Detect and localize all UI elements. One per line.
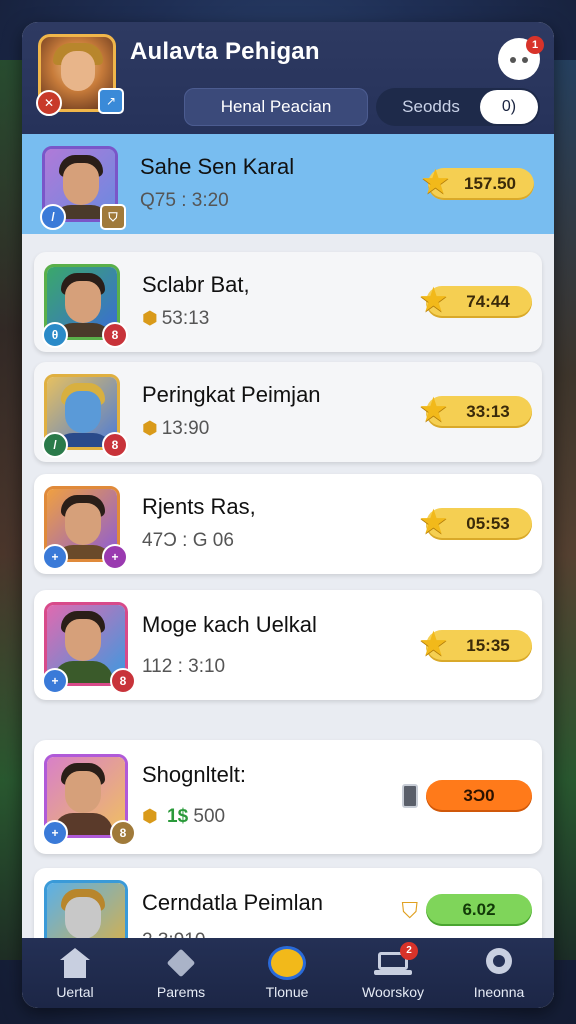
score-value: 74:44 <box>466 292 510 311</box>
avatar <box>44 880 128 938</box>
list-item[interactable]: / ⛉ Sahe Sen Karal Q75 : 3:20 ★ 157.50 <box>22 134 554 234</box>
class-badge-icon: + <box>42 820 68 846</box>
star-icon: ★ <box>420 506 447 539</box>
list-item[interactable]: + 8 Shognltelt: ⬢ 1$ 500 3Ɔ0 <box>34 740 542 854</box>
phone-icon <box>402 784 418 808</box>
player-stat-row: ⬢ 53:13 <box>142 308 209 330</box>
rank-badge-icon: 8 <box>102 322 128 348</box>
list-item[interactable]: + + Rjents Ras, 47Ɔ : G 06 ★ 05:53 <box>34 474 542 574</box>
list-item[interactable]: Cerndatla Peimlan 2 3:910 ⛉ 6.02 <box>34 868 542 938</box>
dot-icon <box>510 57 516 63</box>
player-name: Rjents Ras, <box>142 494 256 519</box>
score-badge: ★ 33:13 <box>420 394 532 428</box>
player-name: Shognltelt: <box>142 762 246 787</box>
list-item[interactable]: + 8 Moge kach Uelkal 112 : 3:10 ★ 15:35 <box>34 590 542 700</box>
cash-amount: 1$ <box>167 806 189 827</box>
class-badge-icon: / <box>42 432 68 458</box>
nav-item-parems[interactable]: Parems <box>128 938 234 1008</box>
coin-icon <box>268 946 306 980</box>
score-value: 6.02 <box>462 900 496 919</box>
player-name: Peringkat Peimjan <box>142 382 321 407</box>
score-badge: ★ 74:44 <box>420 284 532 318</box>
tab-right-toggle[interactable]: Seodds 0) <box>376 88 540 126</box>
class-badge-icon: θ <box>42 322 68 348</box>
score-badge: ★ 05:53 <box>420 506 532 540</box>
notification-button[interactable]: 1 <box>498 36 544 80</box>
star-icon: ★ <box>420 394 447 427</box>
player-stat: 13:90 <box>161 418 210 439</box>
nav-item-home[interactable]: Uertal <box>22 938 128 1008</box>
leaderboard-panel: ✕ ↗ Aulavta Pehigan 1 Henal Peacian Seod… <box>22 22 554 1008</box>
nav-label: Uertal <box>56 984 94 1000</box>
score-value: 3Ɔ0 <box>463 786 495 805</box>
score-badge: 3Ɔ0 <box>426 780 532 812</box>
shield-badge-icon: ⛉ <box>100 204 126 230</box>
bottom-nav: Uertal Parems Tlonue 2 Woorskoy Ineonna <box>22 938 554 1008</box>
score-value: 33:13 <box>466 402 510 421</box>
chest-icon: ⬢ <box>142 418 158 438</box>
rank-badge-icon: 8 <box>110 668 136 694</box>
player-name: Moge kach Uelkal <box>142 612 317 637</box>
rank-badge-icon: + <box>102 544 128 570</box>
class-badge-icon: + <box>42 544 68 570</box>
nav-item-woorskoy[interactable]: 2 Woorskoy <box>340 938 446 1008</box>
nav-badge: 2 <box>400 942 418 960</box>
rank-badge-icon: 8 <box>110 820 136 846</box>
player-name: Cerndatla Peimlan <box>142 890 323 915</box>
player-stat: 47Ɔ : G 06 <box>142 530 234 551</box>
score-badge: 6.02 <box>426 894 532 926</box>
swords-icon: ✕ <box>36 90 62 116</box>
player-name: Sclabr Bat, <box>142 272 250 297</box>
player-stat: Q75 : 3:20 <box>140 190 229 211</box>
toggle-knob[interactable]: 0) <box>480 90 538 124</box>
nav-item-tlonue[interactable]: Tlonue <box>234 938 340 1008</box>
player-stat-row: ⬢ 13:90 <box>142 418 209 440</box>
header: ✕ ↗ Aulavta Pehigan 1 Henal Peacian Seod… <box>22 22 554 134</box>
tab-right-label: Seodds <box>402 97 460 116</box>
nav-item-ineonna[interactable]: Ineonna <box>446 938 552 1008</box>
nav-label: Ineonna <box>473 984 525 1000</box>
chest-icon: ⬢ <box>142 308 158 328</box>
rank-badge-icon: 8 <box>102 432 128 458</box>
arrow-badge-icon: ↗ <box>98 88 124 114</box>
star-icon: ★ <box>420 284 447 317</box>
face-graphic <box>61 51 95 91</box>
score-value: 157.50 <box>464 174 516 193</box>
home-icon <box>60 948 90 978</box>
star-icon: ★ <box>420 628 447 661</box>
nav-label: Tlonue <box>265 984 309 1000</box>
notification-badge: 1 <box>526 36 544 54</box>
player-name: Sahe Sen Karal <box>140 154 295 179</box>
score-badge: ★ 15:35 <box>420 628 532 662</box>
star-icon: ★ <box>422 166 449 199</box>
page-title: Aulavta Pehigan <box>130 38 320 65</box>
player-stat: 53:13 <box>161 308 210 329</box>
class-badge-icon: / <box>40 204 66 230</box>
nav-label: Woorskoy <box>362 984 424 1000</box>
nav-label: Parems <box>156 984 206 1000</box>
dot-icon <box>522 57 528 63</box>
chest-icon: ⬢ <box>142 806 158 826</box>
player-stat: 2 3:910 <box>142 930 205 938</box>
list-item[interactable]: / 8 Peringkat Peimjan ⬢ 13:90 ★ 33:13 <box>34 362 542 462</box>
player-stat: 500 <box>193 806 226 827</box>
player-stat: 112 : 3:10 <box>142 656 226 677</box>
leaderboard-list: / ⛉ Sahe Sen Karal Q75 : 3:20 ★ 157.50 θ… <box>22 134 554 938</box>
score-badge: ★ 157.50 <box>422 166 534 200</box>
laptop-icon: 2 <box>374 942 418 978</box>
class-badge-icon: + <box>42 668 68 694</box>
player-stat-row: ⬢ 1$ 500 <box>142 806 225 828</box>
tab-left[interactable]: Henal Peacian <box>184 88 368 126</box>
location-pin-icon <box>484 948 514 978</box>
cube-icon <box>166 948 196 978</box>
list-item[interactable]: θ 8 Sclabr Bat, ⬢ 53:13 ★ 74:44 <box>34 252 542 352</box>
score-value: 15:35 <box>466 636 510 655</box>
score-value: 05:53 <box>466 514 510 533</box>
shield-icon: ⛉ <box>401 898 418 923</box>
